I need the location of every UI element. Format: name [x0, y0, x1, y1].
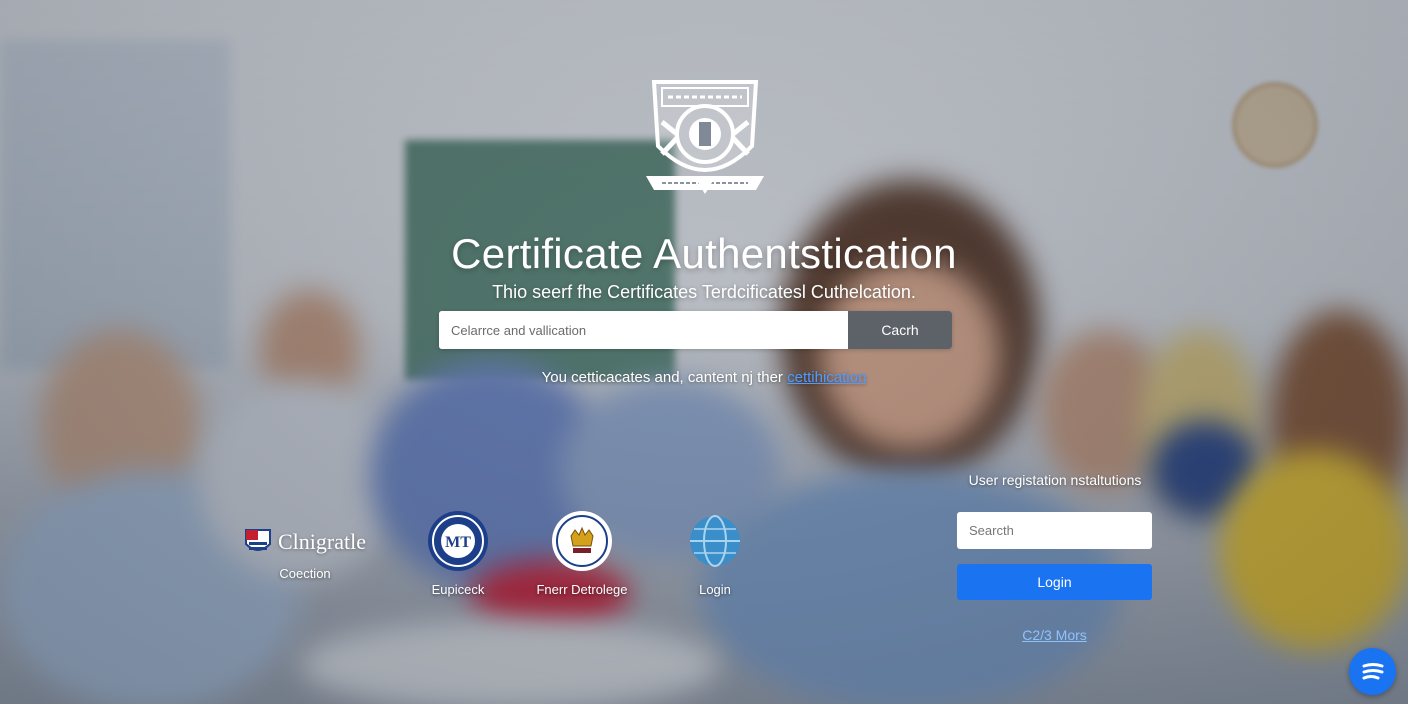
- login-button[interactable]: Login: [957, 564, 1152, 600]
- search-button[interactable]: Cacrh: [848, 311, 952, 349]
- partner-login[interactable]: Login: [660, 510, 770, 597]
- info-text-body: You cetticacates and, cantent nj ther: [541, 369, 788, 386]
- partner-wordmark-text: Clnigratle: [278, 529, 366, 554]
- svg-text:MT: MT: [445, 534, 471, 551]
- partner-label: Coection: [279, 566, 331, 581]
- page-subtitle: Thio seerf fhe Certificates Terdcificate…: [492, 282, 916, 302]
- partner-label: Fnerr Detrolege: [536, 582, 628, 597]
- partner-label: Login: [699, 582, 731, 597]
- page-title: Certificate Authentstication: [451, 230, 957, 277]
- partner-coection[interactable]: Clnigratle Coection: [244, 528, 366, 581]
- certificate-crest-icon: [644, 76, 766, 200]
- flag-shield-icon: [245, 529, 271, 551]
- partner-fnerr-detrolege[interactable]: Fnerr Detrolege: [522, 510, 642, 597]
- partner-wordmark: Clnigratle: [244, 528, 366, 556]
- certificate-search-input[interactable]: [439, 311, 848, 349]
- crown-seal-icon: [551, 510, 613, 572]
- registration-label: User registation nstaltutions: [968, 472, 1142, 488]
- info-text: You cetticacates and, cantent nj ther ce…: [0, 369, 1408, 386]
- partner-logos: Clnigratle Coection MT Eupiceck Fnerr De…: [240, 510, 760, 610]
- partner-eupiceck[interactable]: MT Eupiceck: [398, 510, 518, 597]
- chat-bubble-icon: [1362, 662, 1383, 679]
- certificate-search-bar: Cacrh: [439, 311, 952, 349]
- certification-link[interactable]: cettihication: [787, 369, 866, 386]
- partner-label: Eupiceck: [431, 582, 485, 597]
- university-seal-icon: MT: [427, 510, 489, 572]
- globe-seal-icon: [684, 510, 746, 572]
- registration-search-input[interactable]: [957, 512, 1152, 549]
- chat-button[interactable]: [1349, 648, 1396, 695]
- more-link[interactable]: C2/3 Mors: [957, 627, 1152, 643]
